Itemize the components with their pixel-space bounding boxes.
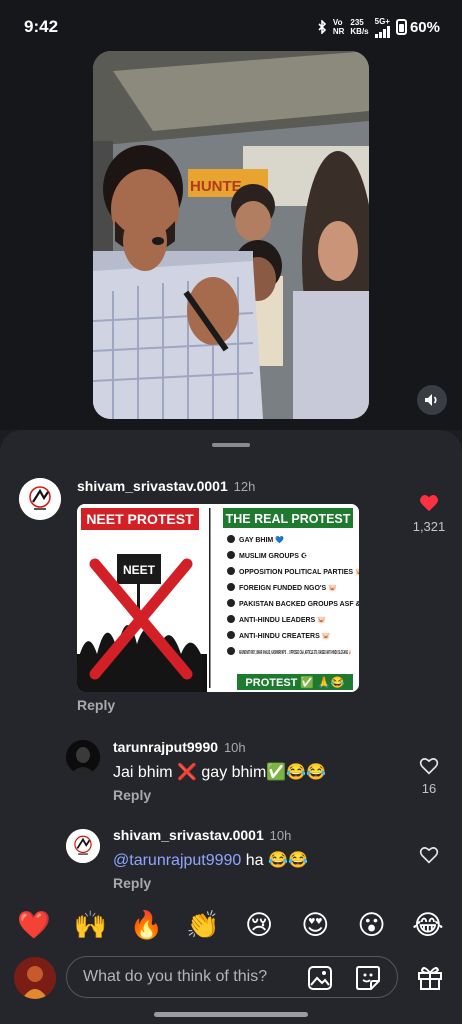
meme-item-text: ANTI-HINDU CREATERS 🐷: [239, 632, 331, 640]
meme-item-bullet: [227, 599, 235, 607]
meme-item-text: OPPOSITION POLITICAL PARTIES 🐷: [239, 568, 359, 576]
meme-item-bullet: [227, 535, 235, 543]
reply-button[interactable]: Reply: [77, 697, 115, 713]
reply-button[interactable]: Reply: [113, 787, 151, 803]
reel-video-area: HUNTE: [0, 51, 462, 430]
reaction-laughing-emoji[interactable]: 😂: [408, 910, 448, 941]
comment-input[interactable]: [83, 957, 293, 997]
meme-item-text: ARUNDHATI ROY, UMAR KHALID, KASHMIRI MP'…: [239, 649, 351, 656]
quick-reaction-bar: ❤️ 🙌 🔥 👏 😢 😍 😮 😂: [0, 903, 462, 947]
svg-text:PROTEST ✅ 🙏😂: PROTEST ✅ 🙏😂: [245, 676, 344, 689]
reaction-heart-eyes-emoji[interactable]: 😍: [295, 910, 335, 941]
avatar[interactable]: [66, 829, 100, 863]
banner-text: HUNTE: [190, 178, 242, 195]
reaction-crying-emoji[interactable]: 😢: [239, 910, 279, 941]
meme-item-bullet: [227, 647, 235, 655]
battery-indicator: 60%: [395, 19, 440, 36]
gallery-icon[interactable]: [307, 965, 333, 991]
network-speed: 235 KB/s: [350, 18, 369, 36]
gift-icon[interactable]: [416, 963, 444, 991]
comment-image[interactable]: NEET PROTEST NEET THE REAL PROTEST GAY B…: [77, 504, 359, 692]
status-time: 9:42: [24, 17, 59, 36]
avatar[interactable]: [19, 478, 61, 520]
comment-text: Jai bhim ❌ gay bhim✅😂😂: [113, 764, 327, 781]
reply-button[interactable]: Reply: [113, 875, 151, 891]
status-bar: 9:42 Vo NR 235 KB/s 5G+ 60%: [0, 0, 462, 54]
battery-icon: [395, 19, 407, 35]
comment-composer: [0, 954, 462, 1010]
meme-item-bullet: [227, 567, 235, 575]
reaction-clap-emoji[interactable]: 👏: [183, 909, 223, 941]
comment-username[interactable]: tarunrajput9990 10h: [113, 739, 246, 755]
heart-filled-icon[interactable]: [419, 494, 439, 512]
logo-avatar-icon: [19, 478, 61, 520]
profile-avatar-icon: [14, 957, 56, 999]
heart-outline-icon[interactable]: [419, 757, 439, 775]
sticker-icon[interactable]: [355, 965, 381, 991]
comment-time: 12h: [233, 479, 256, 494]
svg-text:NEET: NEET: [123, 563, 156, 577]
neet-protest-meme: NEET PROTEST NEET THE REAL PROTEST GAY B…: [77, 504, 359, 692]
my-avatar[interactable]: [14, 957, 56, 999]
comments-sheet: shivam_srivastav.0001 12h NEET PROTEST N…: [0, 430, 462, 1024]
signal-bars-icon: [374, 25, 390, 38]
meme-item-bullet: [227, 631, 235, 639]
comment-username[interactable]: shivam_srivastav.0001 10h: [113, 827, 291, 843]
comment-username[interactable]: shivam_srivastav.0001 12h: [77, 478, 255, 494]
status-icons: Vo NR 235 KB/s 5G+ 60%: [317, 17, 440, 38]
reaction-surprised-emoji[interactable]: 😮: [352, 910, 392, 941]
sheet-drag-handle[interactable]: [212, 443, 250, 447]
meme-item-text: PAKISTAN BACKED GROUPS ASF & SIF 🐷: [239, 600, 359, 608]
dark-avatar-icon: [66, 740, 100, 774]
meme-item-text: GAY BHIM 💙: [239, 535, 284, 544]
reel-video[interactable]: HUNTE: [93, 51, 369, 419]
comment-input-container: [66, 956, 398, 998]
user-mention-link[interactable]: @tarunrajput9990: [113, 852, 241, 869]
volte-indicator: Vo NR: [332, 18, 345, 36]
mute-button[interactable]: [417, 385, 447, 415]
meme-item-text: ANTI-HINDU LEADERS 🐷: [239, 616, 326, 624]
meme-item-bullet: [227, 615, 235, 623]
meme-item-text: FOREIGN FUNDED NGO'S 🐷: [239, 584, 337, 592]
comment-time: 10h: [269, 828, 292, 843]
svg-text:NEET PROTEST: NEET PROTEST: [86, 511, 194, 527]
comment-time: 10h: [223, 740, 246, 755]
heart-outline-icon[interactable]: [419, 846, 439, 864]
meme-item-text: MUSLIM GROUPS ☪: [239, 552, 308, 560]
reaction-fire-emoji[interactable]: 🔥: [127, 909, 167, 941]
reaction-raised-hands-emoji[interactable]: 🙌: [70, 909, 110, 941]
meme-item-bullet: [227, 583, 235, 591]
bluetooth-icon: [318, 20, 326, 34]
avatar[interactable]: [66, 740, 100, 774]
speaker-icon: [425, 394, 437, 406]
svg-text:THE REAL PROTEST: THE REAL PROTEST: [226, 512, 351, 526]
like-count: 16: [421, 781, 437, 796]
comment-text: @tarunrajput9990 ha 😂😂: [113, 852, 308, 869]
logo-avatar-icon: [66, 829, 100, 863]
home-indicator[interactable]: [154, 1012, 308, 1017]
cell-signal: 5G+: [374, 17, 390, 38]
video-frame-image: HUNTE: [93, 51, 369, 419]
reaction-heart-emoji[interactable]: ❤️: [14, 909, 54, 941]
meme-item-bullet: [227, 551, 235, 559]
like-count: 1,321: [412, 519, 446, 534]
